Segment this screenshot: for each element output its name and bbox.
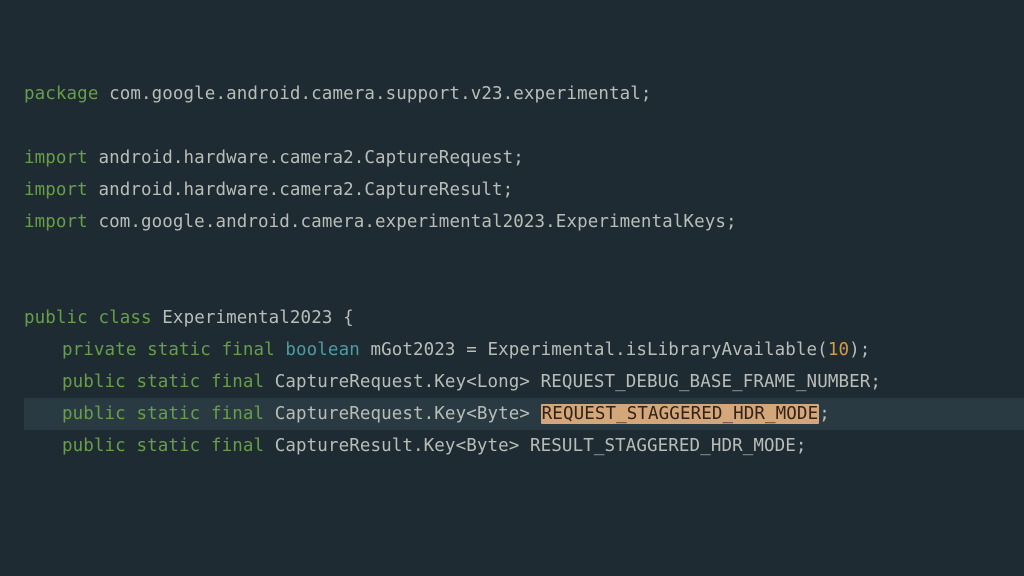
code-text: ;: [819, 404, 830, 424]
code-line-import: import android.hardware.camera2.CaptureR…: [24, 148, 524, 168]
keyword-import: import: [24, 180, 88, 200]
keyword-final: final: [211, 404, 264, 424]
keyword-final: final: [222, 340, 275, 360]
code-line-field: public static final CaptureResult.Key<By…: [24, 436, 807, 456]
keyword-public: public: [62, 436, 126, 456]
keyword-public: public: [62, 372, 126, 392]
code-text: CaptureResult.Key<Byte> RESULT_STAGGERED…: [264, 436, 806, 456]
code-text: android.hardware.camera2.CaptureResult;: [88, 180, 513, 200]
code-line-import: import android.hardware.camera2.CaptureR…: [24, 180, 513, 200]
code-text: );: [849, 340, 870, 360]
highlighted-line: public static final CaptureRequest.Key<B…: [24, 398, 1024, 430]
code-text: android.hardware.camera2.CaptureRequest;: [88, 148, 524, 168]
keyword-import: import: [24, 148, 88, 168]
keyword-private: private: [62, 340, 136, 360]
keyword-static: static: [136, 436, 200, 456]
code-editor[interactable]: package com.google.android.camera.suppor…: [0, 0, 1024, 462]
keyword-import: import: [24, 212, 88, 232]
code-line-field: private static final boolean mGot2023 = …: [24, 340, 870, 360]
code-text: mGot2023 = Experimental.isLibraryAvailab…: [360, 340, 828, 360]
code-text: CaptureRequest.Key<Long> REQUEST_DEBUG_B…: [264, 372, 881, 392]
type-boolean: boolean: [285, 340, 359, 360]
keyword-static: static: [147, 340, 211, 360]
code-line-field: public static final CaptureRequest.Key<L…: [24, 372, 881, 392]
code-line-package: package com.google.android.camera.suppor…: [24, 84, 652, 104]
code-line-field: public static final CaptureRequest.Key<B…: [24, 404, 830, 424]
code-text: com.google.android.camera.experimental20…: [88, 212, 737, 232]
keyword-public: public: [24, 308, 88, 328]
number-literal: 10: [828, 340, 849, 360]
keyword-public: public: [62, 404, 126, 424]
keyword-final: final: [211, 436, 264, 456]
code-line-import: import com.google.android.camera.experim…: [24, 212, 737, 232]
keyword-package: package: [24, 84, 98, 104]
code-text: CaptureRequest.Key<Byte>: [264, 404, 541, 424]
keyword-final: final: [211, 372, 264, 392]
keyword-static: static: [136, 404, 200, 424]
code-text: com.google.android.camera.support.v23.ex…: [98, 84, 651, 104]
keyword-class: class: [98, 308, 151, 328]
keyword-static: static: [136, 372, 200, 392]
selected-text: REQUEST_STAGGERED_HDR_MODE: [541, 404, 820, 424]
code-text: Experimental2023 {: [152, 308, 354, 328]
code-line-class-decl: public class Experimental2023 {: [24, 308, 354, 328]
